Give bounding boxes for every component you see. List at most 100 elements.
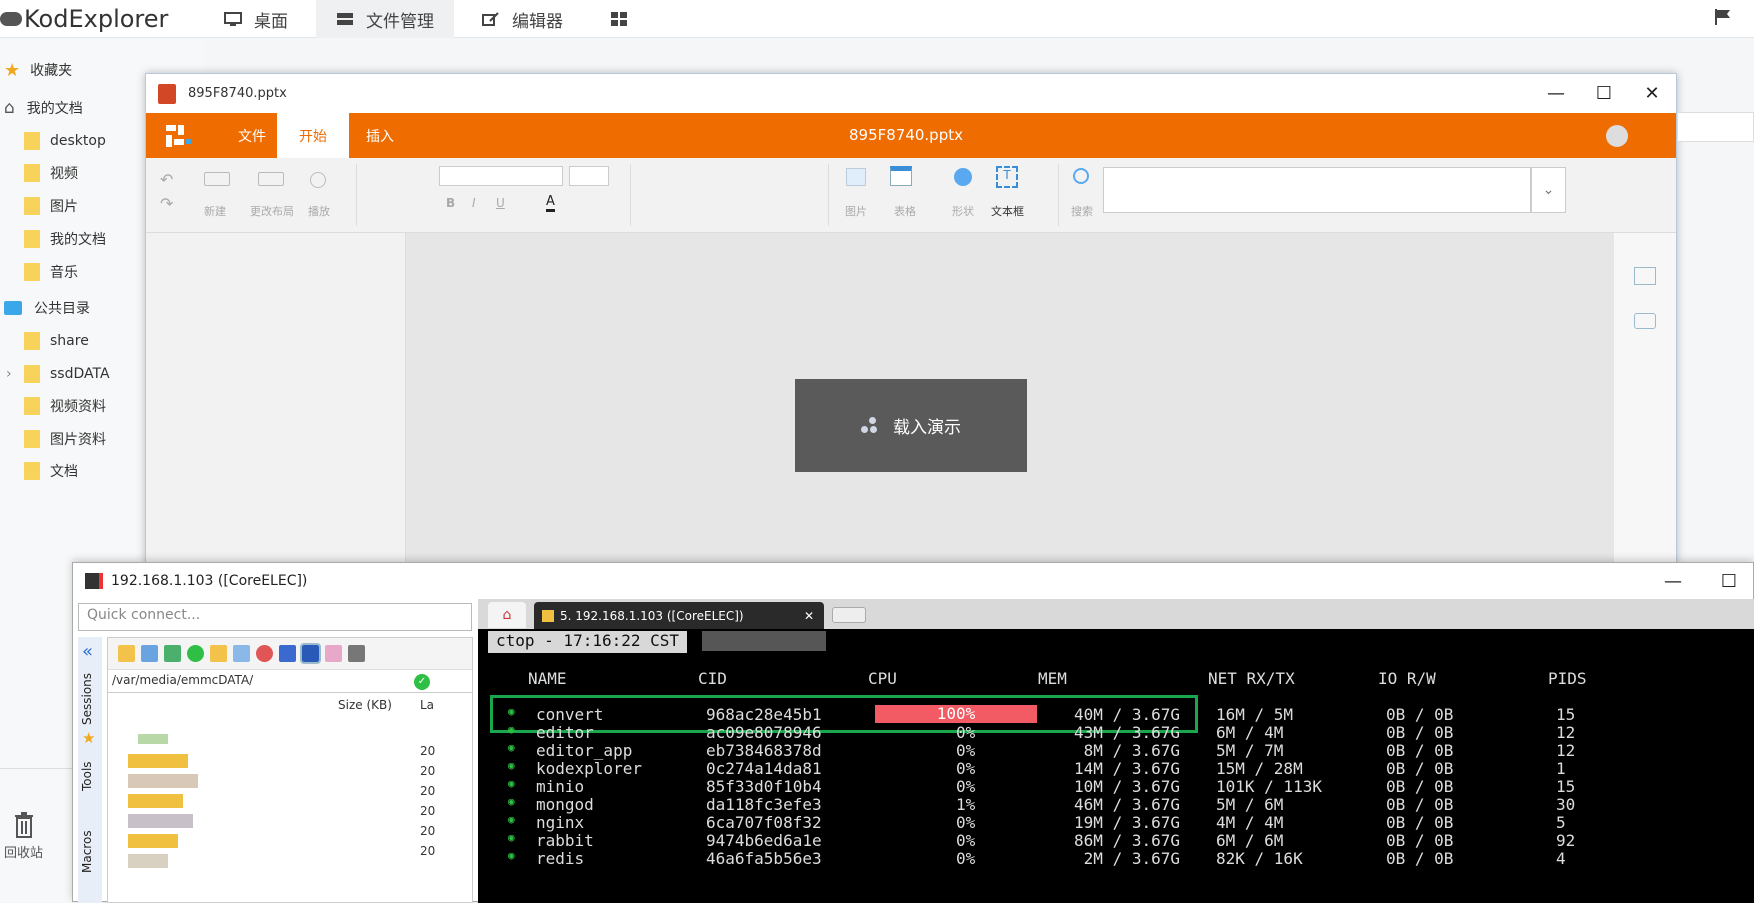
- font-color-icon[interactable]: A: [546, 194, 555, 212]
- check-icon[interactable]: ✓: [414, 674, 430, 690]
- toolbar-divider: [828, 164, 829, 226]
- new-file-icon[interactable]: [233, 645, 250, 662]
- terminal-tab-label: 5. 192.168.1.103 ([CoreELEC]): [560, 608, 744, 623]
- ctop-cell-pids: 30: [1556, 795, 1576, 814]
- flag-icon[interactable]: [1714, 8, 1738, 28]
- close-tab-icon[interactable]: ✕: [804, 609, 814, 623]
- italic-icon[interactable]: I: [472, 196, 476, 210]
- delete-icon[interactable]: [256, 645, 273, 662]
- tab-sessions[interactable]: Sessions: [80, 665, 100, 725]
- nav-tab-apps[interactable]: [590, 0, 660, 38]
- collapse-icon[interactable]: «: [82, 641, 93, 662]
- sidebar-item-label: 文档: [50, 464, 78, 480]
- file-size-cell: 20: [420, 804, 436, 818]
- textbox-icon[interactable]: T: [996, 166, 1018, 188]
- ctop-cell-net: 6M / 4M: [1216, 723, 1284, 742]
- minimize-button[interactable]: —: [1532, 74, 1580, 113]
- chevron-right-icon[interactable]: ›: [6, 366, 12, 382]
- ctop-cell-cpu: 0%: [956, 723, 976, 742]
- redo-icon[interactable]: ↷: [160, 194, 173, 213]
- download-icon[interactable]: [141, 645, 158, 662]
- comment-icon[interactable]: [1634, 313, 1656, 329]
- nav-tab-desktop[interactable]: 桌面: [204, 0, 308, 38]
- brand-name: KodExplorer: [24, 5, 169, 33]
- ctop-cell-name: kodexplorer: [536, 759, 642, 778]
- ctop-terminal[interactable]: ctop - 17:16:22 CST NAME CID CPU MEM NET…: [478, 629, 1754, 903]
- sidebar-item-label: share: [50, 333, 89, 349]
- font-size-select[interactable]: [569, 166, 609, 186]
- path-input[interactable]: /var/media/emmcDATA/ ✓: [108, 671, 472, 693]
- ctop-cell-name: editor: [536, 723, 594, 742]
- layout-icon[interactable]: [258, 172, 284, 186]
- column-header-size[interactable]: Size (KB): [338, 698, 392, 712]
- ctop-cell-name: mongod: [536, 795, 594, 814]
- chevron-down-icon[interactable]: ⌄: [1531, 167, 1566, 213]
- rename-icon[interactable]: [279, 645, 296, 662]
- font-family-select[interactable]: [439, 166, 563, 186]
- close-button[interactable]: ✕: [1628, 74, 1676, 113]
- new-folder-icon[interactable]: [210, 645, 227, 662]
- slide-settings-icon[interactable]: [1634, 267, 1656, 285]
- ssh-window-title: 192.168.1.103 ([CoreELEC]): [111, 573, 308, 589]
- trash-icon: [14, 812, 33, 838]
- ctop-cell-cid: ac09e8078946: [706, 723, 822, 742]
- maximize-button[interactable]: ☐: [1705, 563, 1753, 599]
- path-value: /var/media/emmcDATA/: [112, 673, 254, 687]
- ctop-cell-io: 0B / 0B: [1386, 813, 1454, 832]
- ssh-client-window: 192.168.1.103 ([CoreELEC]) — ☐ Quick con…: [72, 562, 1754, 903]
- image-icon[interactable]: [846, 168, 866, 186]
- shape-label: 形状: [952, 205, 974, 218]
- tab-macros[interactable]: Macros: [80, 823, 100, 873]
- ctop-cell-io: 0B / 0B: [1386, 795, 1454, 814]
- nav-tab-editor[interactable]: 编辑器: [462, 0, 583, 38]
- permissions-icon[interactable]: [300, 643, 321, 664]
- table-icon[interactable]: [890, 166, 912, 186]
- refresh-icon[interactable]: [187, 645, 204, 662]
- search-icon[interactable]: [1073, 168, 1089, 184]
- bold-icon[interactable]: B: [446, 196, 455, 210]
- style-preview-box[interactable]: [1103, 167, 1531, 213]
- brand-logo[interactable]: KodExplorer: [0, 5, 168, 33]
- ctop-cell-pids: 15: [1556, 777, 1576, 796]
- edit-icon[interactable]: [325, 645, 342, 662]
- ctop-cell-pids: 4: [1556, 849, 1566, 868]
- undo-icon[interactable]: ↶: [160, 170, 173, 189]
- play-label: 播放: [308, 205, 330, 218]
- user-avatar[interactable]: [1606, 125, 1628, 147]
- right-side-panel: [1614, 233, 1676, 566]
- file-size-cell: 20: [420, 784, 436, 798]
- quick-connect-input[interactable]: Quick connect...: [78, 603, 472, 631]
- folder-icon: [24, 430, 40, 448]
- view-toggle-group[interactable]: [1677, 112, 1754, 142]
- tab-tools[interactable]: Tools: [80, 751, 100, 791]
- terminal-icon[interactable]: [348, 645, 365, 662]
- minimize-button[interactable]: —: [1649, 563, 1697, 599]
- app-icon: [85, 573, 103, 589]
- terminal-tab[interactable]: 5. 192.168.1.103 ([CoreELEC]) ✕: [534, 602, 824, 629]
- tab-insert[interactable]: 插入: [344, 113, 416, 158]
- file-size-cell: 20: [420, 824, 436, 838]
- pptx-ribbon-tabs: 文件 开始 插入 895F8740.pptx: [146, 113, 1676, 158]
- upload-icon[interactable]: [164, 645, 181, 662]
- new-slide-icon[interactable]: [204, 172, 230, 186]
- open-folder-icon[interactable]: [118, 645, 135, 662]
- recycle-bin[interactable]: 回收站: [4, 812, 43, 861]
- tab-home[interactable]: 开始: [277, 113, 349, 158]
- ctop-cell-cid: 6ca707f08f32: [706, 813, 822, 832]
- column-header-last[interactable]: La: [420, 698, 434, 712]
- new-tab-button[interactable]: [832, 607, 866, 623]
- play-icon[interactable]: [310, 172, 326, 188]
- nav-tab-label: 编辑器: [512, 11, 563, 32]
- home-icon: ⌂: [4, 98, 15, 118]
- textbox-label: 文本框: [991, 205, 1024, 218]
- nav-tab-file-manager[interactable]: 文件管理: [316, 0, 454, 38]
- monitor-icon: [224, 12, 242, 26]
- ctop-cell-io: 0B / 0B: [1386, 705, 1454, 724]
- sidebar-item-label: 视频: [50, 166, 78, 182]
- maximize-button[interactable]: ☐: [1580, 74, 1628, 113]
- home-tab-icon[interactable]: ⌂: [488, 602, 526, 628]
- sidebar-item-label: 收藏夹: [30, 63, 73, 79]
- shape-icon[interactable]: [954, 168, 972, 186]
- slide-thumbnails-panel[interactable]: [146, 233, 406, 566]
- underline-icon[interactable]: U: [496, 196, 505, 210]
